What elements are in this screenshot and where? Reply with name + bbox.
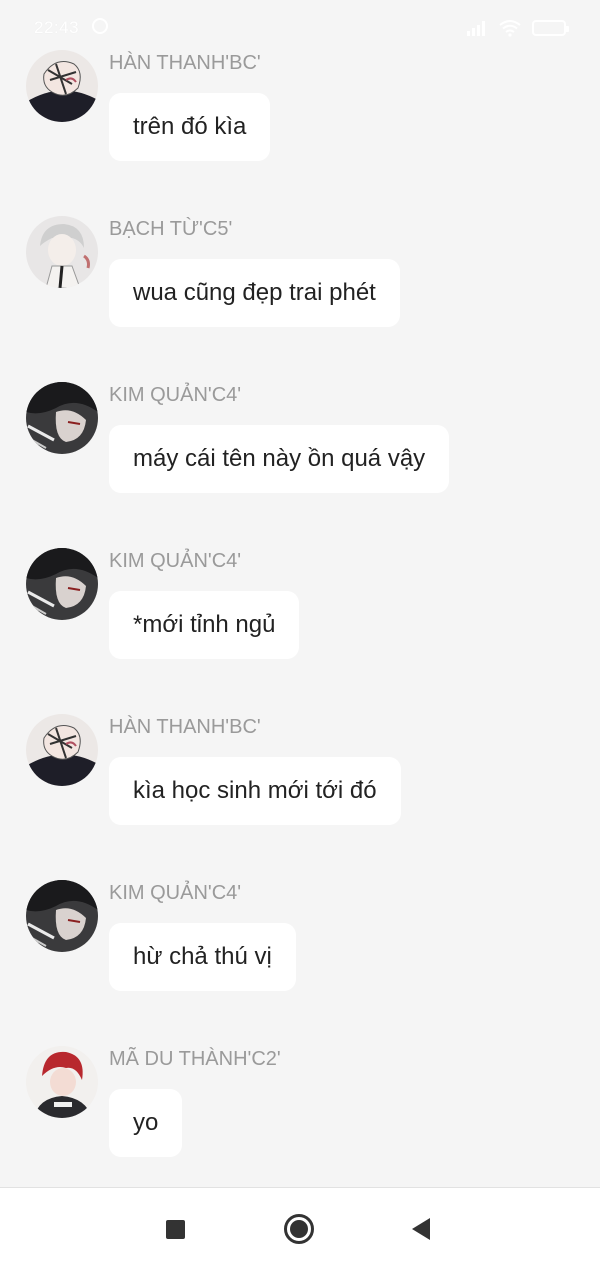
back-button[interactable] bbox=[404, 1212, 438, 1246]
square-icon bbox=[165, 1219, 185, 1239]
message-text: máy cái tên này ồn quá vậy bbox=[133, 445, 426, 472]
chat-screen: 22:43 HÀN THANH'BC' trên đó kìa BẠCH TỪ'… bbox=[0, 0, 600, 1267]
status-bar: 22:43 bbox=[0, 0, 600, 56]
message-bubble[interactable]: máy cái tên này ồn quá vậy bbox=[109, 425, 450, 493]
message-text: trên đó kìa bbox=[133, 113, 247, 140]
message-text: hừ chả thú vị bbox=[133, 943, 272, 970]
notification-icon bbox=[92, 18, 108, 34]
status-icons bbox=[466, 18, 569, 38]
avatar-kim-quan[interactable] bbox=[26, 382, 98, 454]
avatar-ma-du-thanh[interactable] bbox=[26, 1046, 98, 1118]
status-time: 22:43 bbox=[34, 18, 80, 37]
wifi-icon bbox=[499, 20, 521, 37]
message-text: wua cũng đẹp trai phét bbox=[133, 279, 376, 306]
avatar-bach-tu[interactable] bbox=[26, 216, 98, 288]
avatar-han-thanh[interactable] bbox=[26, 714, 98, 786]
sender-name: HÀN THANH'BC' bbox=[109, 716, 261, 738]
avatar-kim-quan[interactable] bbox=[26, 880, 98, 952]
avatar-kim-quan[interactable] bbox=[26, 548, 98, 620]
message-bubble[interactable]: yo bbox=[109, 1089, 183, 1157]
message-bubble[interactable]: kìa học sinh mới tới đó bbox=[109, 757, 401, 825]
message-text: yo bbox=[133, 1109, 159, 1136]
message-bubble[interactable]: wua cũng đẹp trai phét bbox=[109, 259, 400, 327]
circle-home-icon bbox=[284, 1214, 314, 1244]
triangle-back-icon bbox=[412, 1218, 430, 1240]
sender-name: KIM QUẢN'C4' bbox=[109, 882, 242, 904]
home-button[interactable] bbox=[282, 1212, 316, 1246]
recents-button[interactable] bbox=[158, 1212, 192, 1246]
avatar-han-thanh[interactable] bbox=[26, 50, 98, 122]
sender-name: BẠCH TỪ'C5' bbox=[109, 218, 233, 240]
signal-icon bbox=[467, 21, 485, 36]
message-text: kìa học sinh mới tới đó bbox=[133, 777, 377, 804]
sender-name: KIM QUẢN'C4' bbox=[109, 550, 242, 572]
sender-name: MÃ DU THÀNH'C2' bbox=[109, 1048, 281, 1070]
message-bubble[interactable]: hừ chả thú vị bbox=[109, 923, 296, 991]
battery-icon bbox=[532, 20, 569, 36]
message-bubble[interactable]: *mới tỉnh ngủ bbox=[109, 591, 300, 659]
sender-name: HÀN THANH'BC' bbox=[109, 52, 261, 74]
message-text: *mới tỉnh ngủ bbox=[133, 611, 276, 638]
sender-name: KIM QUẢN'C4' bbox=[109, 384, 242, 406]
system-nav-bar bbox=[0, 1187, 600, 1267]
message-bubble[interactable]: trên đó kìa bbox=[109, 93, 271, 161]
